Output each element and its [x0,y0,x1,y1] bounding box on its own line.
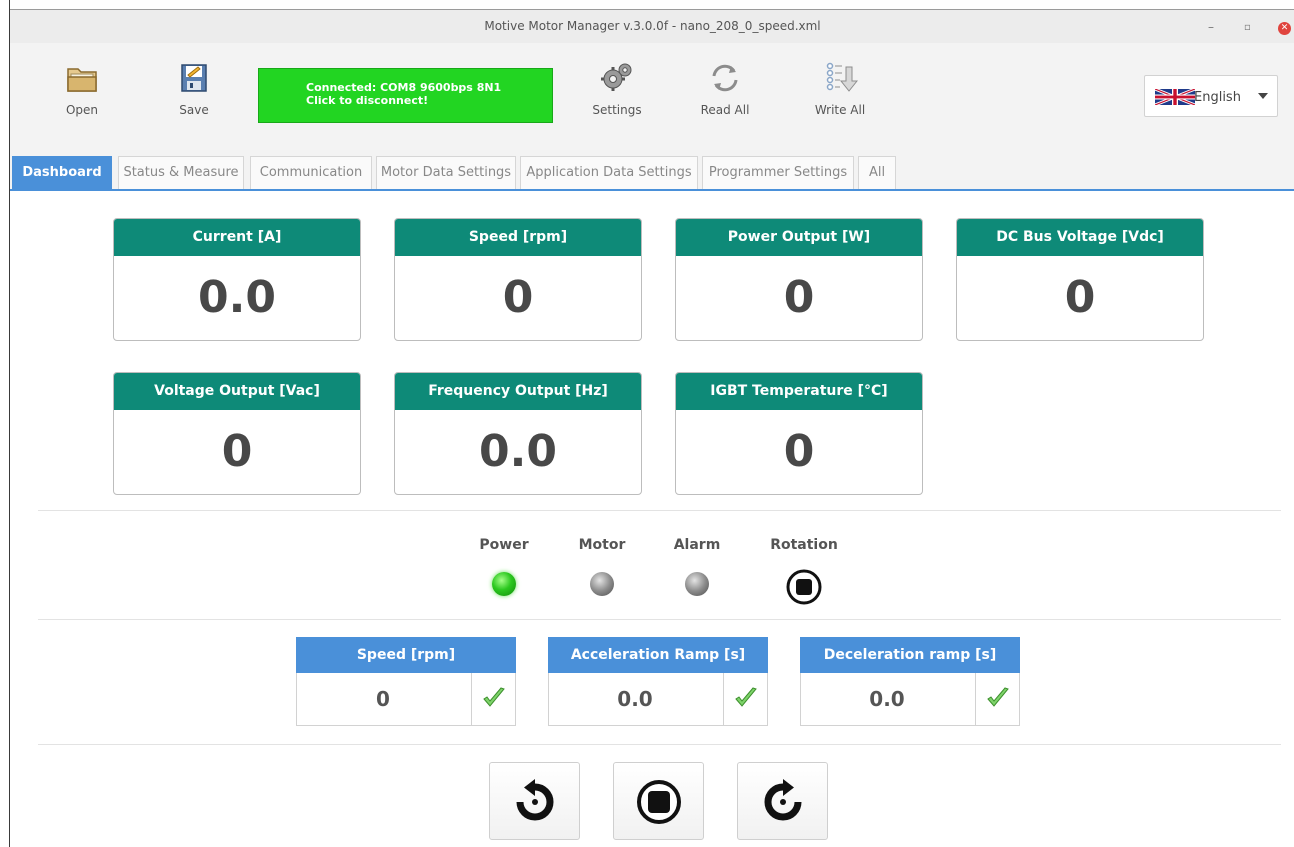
gauge-title: Voltage Output [Vac] [114,373,360,410]
tab-bar: Dashboard Status & Measure Communication… [10,150,1294,191]
gauge-title: Power Output [W] [676,219,922,256]
uk-flag-icon [1155,89,1195,105]
indicator-rotation: Rotation [764,537,844,609]
deceleration-ramp-input[interactable]: 0.0 [801,673,973,725]
setpoint-title: Acceleration Ramp [s] [548,637,768,673]
setpoint-acceleration-ramp: Acceleration Ramp [s] 0.0 [548,637,768,726]
motor-led-icon [590,572,614,596]
gauge-title: Speed [rpm] [395,219,641,256]
apply-deceleration-button[interactable] [975,673,1019,725]
connection-status-button[interactable]: Connected: COM8 9600bps 8N1 Click to dis… [258,68,553,123]
power-led-icon [492,572,516,596]
setpoint-deceleration-ramp: Deceleration ramp [s] 0.0 [800,637,1020,726]
tab-communication[interactable]: Communication [250,156,372,189]
gauge-title: Current [A] [114,219,360,256]
indicator-power: Power [464,537,544,596]
gauge-value: 0 [221,426,253,477]
connection-status-text: Connected: COM8 9600bps 8N1 [306,81,502,94]
gauge-voltage-output: Voltage Output [Vac] 0 [113,372,361,495]
settings-label: Settings [592,103,642,117]
title-bar: Motive Motor Manager v.3.0.0f - nano_208… [10,9,1294,44]
indicator-motor: Motor [562,537,642,596]
gauge-value: 0 [783,426,815,477]
tab-application-data-settings[interactable]: Application Data Settings [520,156,698,189]
stop-button[interactable] [613,762,704,840]
toolbar: Open Save Connected: COM8 9600bps 8N1 Cl… [10,43,1294,150]
apply-acceleration-button[interactable] [723,673,767,725]
acceleration-ramp-input[interactable]: 0.0 [549,673,721,725]
write-list-icon [826,62,858,92]
language-value: English [1194,90,1241,105]
minimize-button[interactable]: – [1208,20,1214,34]
refresh-icon [712,64,738,92]
save-label: Save [179,103,209,117]
window-title: Motive Motor Manager v.3.0.0f - nano_208… [484,19,821,33]
gauge-frequency-output: Frequency Output [Hz] 0.0 [394,372,642,495]
gauge-title: Frequency Output [Hz] [395,373,641,410]
tab-motor-data-settings[interactable]: Motor Data Settings [376,156,516,189]
gauge-dc-bus-voltage: DC Bus Voltage [Vdc] 0 [956,218,1204,341]
tab-dashboard[interactable]: Dashboard [12,156,112,189]
setpoint-body: 0 [296,673,516,726]
apply-speed-button[interactable] [471,673,515,725]
app-window: Motive Motor Manager v.3.0.0f - nano_208… [9,0,1294,847]
checkmark-icon [483,687,505,707]
folder-icon [67,68,97,92]
tab-all[interactable]: All [858,156,896,189]
divider [38,619,1281,620]
rotate-ccw-icon [516,779,554,821]
gauge-igbt-temperature: IGBT Temperature [°C] 0 [675,372,923,495]
setpoint-body: 0.0 [800,673,1020,726]
language-dropdown[interactable]: English [1144,75,1278,117]
tab-programmer-settings[interactable]: Programmer Settings [702,156,854,189]
rotate-cw-icon [764,779,802,821]
speed-input[interactable]: 0 [297,673,469,725]
save-button[interactable]: Save [168,61,220,117]
floppy-disk-icon [181,64,207,92]
gauge-value: 0.0 [479,426,557,477]
indicator-alarm: Alarm [657,537,737,596]
gauge-power-output: Power Output [W] 0 [675,218,923,341]
setpoint-speed: Speed [rpm] 0 [296,637,516,726]
write-all-label: Write All [814,103,866,117]
alarm-led-icon [685,572,709,596]
indicator-label: Rotation [770,537,838,553]
gauge-title: IGBT Temperature [°C] [676,373,922,410]
stop-icon [637,780,681,824]
checkmark-icon [735,687,757,707]
disconnect-hint: Click to disconnect! [306,94,429,107]
indicator-label: Motor [578,537,626,553]
setpoint-title: Speed [rpm] [296,637,516,673]
close-button[interactable]: ✕ [1278,22,1291,35]
open-button[interactable]: Open [56,61,108,117]
gauge-value: 0 [502,272,534,323]
gauge-value: 0 [1064,272,1096,323]
divider [38,510,1281,511]
open-label: Open [65,103,99,117]
read-all-label: Read All [700,103,750,117]
setpoint-title: Deceleration ramp [s] [800,637,1020,673]
indicator-label: Power [479,537,529,553]
gears-icon [601,63,632,91]
gauge-speed: Speed [rpm] 0 [394,218,642,341]
restore-button[interactable]: ▫ [1244,22,1251,33]
indicator-label: Alarm [673,537,721,553]
gauge-value: 0.0 [198,272,276,323]
write-all-button[interactable]: Write All [808,61,872,117]
gauge-current: Current [A] 0.0 [113,218,361,341]
settings-button[interactable]: Settings [588,61,646,117]
checkmark-icon [987,687,1009,707]
rotation-stopped-icon [786,569,822,605]
divider [38,744,1281,745]
read-all-button[interactable]: Read All [694,61,756,117]
gauge-value: 0 [783,272,815,323]
setpoint-body: 0.0 [548,673,768,726]
chevron-down-icon [1258,93,1268,99]
tab-status-measure[interactable]: Status & Measure [118,156,244,189]
gauge-title: DC Bus Voltage [Vdc] [957,219,1203,256]
rotate-cw-button[interactable] [737,762,828,840]
rotate-ccw-button[interactable] [489,762,580,840]
